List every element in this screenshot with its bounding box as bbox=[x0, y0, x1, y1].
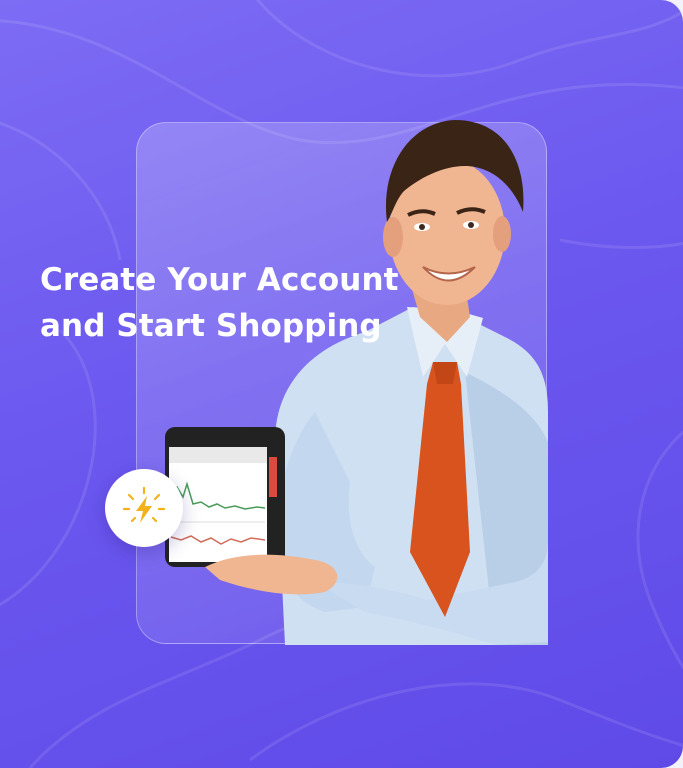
hero-headline: Create Your Account and Start Shopping bbox=[40, 257, 420, 349]
headline-line-1: Create Your Account bbox=[40, 262, 399, 298]
hero-panel: Create Your Account and Start Shopping bbox=[0, 0, 683, 768]
headline-line-2: and Start Shopping bbox=[40, 308, 382, 344]
man-with-tablet-photo bbox=[165, 120, 548, 645]
lightning-icon bbox=[122, 486, 166, 523]
lightning-badge bbox=[105, 469, 183, 547]
